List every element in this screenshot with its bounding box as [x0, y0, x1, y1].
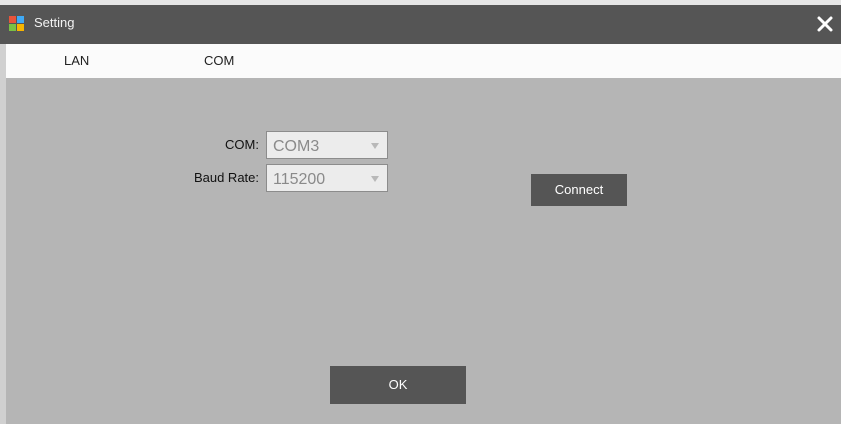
window-left-border: [0, 44, 6, 424]
setting-window: Setting LAN COM COM: COM3 Baud Rate: 115…: [0, 0, 841, 424]
connect-button[interactable]: Connect: [531, 174, 627, 206]
com-label: COM:: [225, 137, 259, 152]
chevron-down-icon: [371, 143, 379, 149]
window-title: Setting: [34, 15, 75, 30]
baud-rate-value: 115200: [273, 171, 326, 188]
tab-bar: LAN COM: [6, 44, 841, 78]
title-bar: Setting: [0, 0, 841, 44]
baud-rate-select[interactable]: 115200: [266, 164, 388, 192]
chevron-down-icon: [371, 176, 379, 182]
tab-com[interactable]: COM: [204, 53, 234, 68]
com-port-value: COM3: [273, 138, 320, 155]
ok-button[interactable]: OK: [330, 366, 466, 404]
close-icon[interactable]: [815, 14, 835, 34]
app-icon: [9, 16, 24, 31]
com-port-select[interactable]: COM3: [266, 131, 388, 159]
baud-rate-label: Baud Rate:: [193, 170, 259, 185]
tab-lan[interactable]: LAN: [64, 53, 89, 68]
